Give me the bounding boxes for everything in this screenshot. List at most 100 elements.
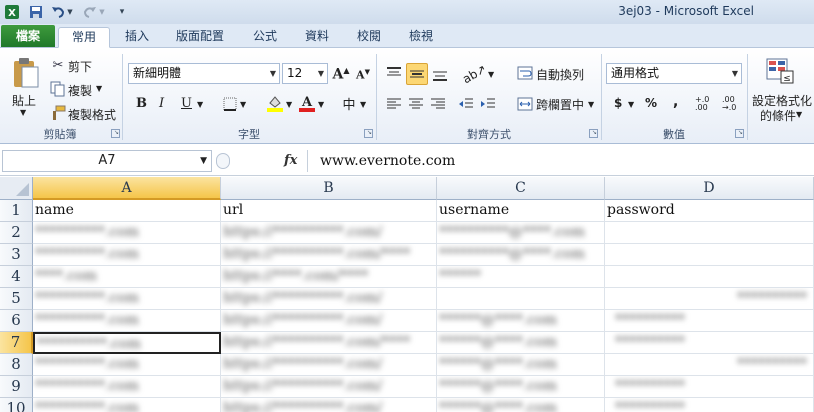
column-header-c[interactable]: C	[437, 177, 605, 200]
grid-cell[interactable]	[605, 222, 814, 244]
grid-cell[interactable]: https://**********.com/****	[221, 332, 437, 354]
grid-cell[interactable]	[605, 266, 814, 288]
cut-button[interactable]: 剪下	[68, 58, 92, 75]
align-right-icon[interactable]	[428, 95, 448, 113]
align-middle-icon[interactable]	[406, 63, 428, 85]
grid-cell[interactable]: **********@****.com	[437, 222, 605, 244]
grid-cell[interactable]: https://**********.com/	[221, 310, 437, 332]
name-box[interactable]: A7 ▼	[2, 150, 212, 172]
column-header-b[interactable]: B	[221, 177, 437, 200]
grow-font-icon[interactable]: A▲	[332, 65, 350, 83]
font-color-icon[interactable]: A	[298, 94, 316, 112]
tab-review[interactable]: 校閱	[348, 27, 390, 48]
row-header[interactable]: 6	[0, 310, 33, 332]
grid-cell[interactable]	[437, 288, 605, 310]
percent-button[interactable]: %	[645, 96, 657, 110]
tab-insert[interactable]: 插入	[116, 27, 158, 48]
underline-dropdown-icon[interactable]: ▼	[197, 100, 203, 109]
number-launcher-icon[interactable]: ↘	[735, 129, 744, 138]
formula-input[interactable]: www.evernote.com	[307, 150, 814, 172]
align-left-icon[interactable]	[384, 95, 404, 113]
bold-button[interactable]: B	[136, 96, 147, 111]
grid-cell[interactable]: ******@****.com	[437, 310, 605, 332]
font-launcher-icon[interactable]: ↘	[364, 129, 373, 138]
column-header-a[interactable]: A	[33, 177, 221, 200]
grid-cell[interactable]: **********	[605, 354, 814, 376]
row-header[interactable]: 2	[0, 222, 33, 244]
decrease-indent-icon[interactable]	[456, 95, 476, 113]
tab-formulas[interactable]: 公式	[244, 27, 286, 48]
grid-cell[interactable]: ******@****.com	[437, 398, 605, 412]
active-cell[interactable]: **********.com	[33, 332, 221, 354]
clipboard-launcher-icon[interactable]: ↘	[111, 129, 120, 138]
row-header[interactable]: 8	[0, 354, 33, 376]
paste-dropdown-icon[interactable]: ▼	[20, 108, 26, 117]
grid-cell[interactable]: ******@****.com	[437, 376, 605, 398]
merge-dropdown-icon[interactable]: ▼	[588, 100, 594, 109]
format-painter-icon[interactable]	[50, 105, 66, 121]
conditional-formatting-icon[interactable]: ≤	[764, 56, 796, 86]
row-header[interactable]: 4	[0, 266, 33, 288]
grid-cell[interactable]: **********.com	[33, 398, 221, 412]
insert-function-button[interactable]: fx	[284, 153, 297, 168]
merge-center-button[interactable]: 跨欄置中	[536, 96, 584, 113]
align-top-icon[interactable]	[384, 64, 404, 84]
grid-cell[interactable]: ******@****.com	[437, 354, 605, 376]
grid-cell[interactable]: https://**********.com/	[221, 376, 437, 398]
cut-icon[interactable]: ✂	[50, 57, 66, 73]
currency-button[interactable]: $	[614, 96, 622, 110]
increase-decimal-button[interactable]: +.0 .00	[695, 96, 717, 112]
conditional-formatting-dropdown-icon[interactable]: ▼	[796, 110, 802, 119]
grid-cell[interactable]: username	[437, 200, 605, 222]
grid-cell[interactable]: **********	[605, 398, 814, 412]
tab-home[interactable]: 常用	[58, 27, 110, 48]
borders-icon[interactable]	[222, 96, 238, 112]
grid-cell[interactable]: https://**********.com/	[221, 398, 437, 412]
grid-cell[interactable]: **********	[605, 332, 814, 354]
grid-cell[interactable]: **********.com	[33, 310, 221, 332]
row-header[interactable]: 10	[0, 398, 33, 412]
paste-button[interactable]: 貼上	[12, 92, 36, 109]
fill-color-dropdown-icon[interactable]: ▼	[286, 100, 292, 109]
conditional-formatting-line2[interactable]: 的條件	[760, 107, 796, 124]
tab-file[interactable]: 檔案	[1, 25, 55, 47]
grid-cell[interactable]: **********.com	[33, 354, 221, 376]
underline-button[interactable]: U	[181, 96, 192, 111]
shrink-font-icon[interactable]: A▼	[354, 65, 372, 83]
grid-cell[interactable]: **********.com	[33, 244, 221, 266]
wrap-text-button[interactable]: 自動換列	[536, 66, 584, 83]
phonetic-guide-icon[interactable]: 中	[340, 94, 358, 113]
align-center-icon[interactable]	[406, 95, 426, 113]
grid-cell[interactable]: https://**********.com/	[221, 288, 437, 310]
grid-cell[interactable]: ******@****.com	[437, 332, 605, 354]
row-header[interactable]: 3	[0, 244, 33, 266]
align-bottom-icon[interactable]	[430, 64, 450, 84]
grid-cell[interactable]: https://**********.com/	[221, 354, 437, 376]
grid-cell[interactable]: https://**********.com/****	[221, 244, 437, 266]
font-name-select[interactable]: 新細明體 ▼	[128, 63, 280, 84]
grid-cell[interactable]: https://****.com/****	[221, 266, 437, 288]
row-header[interactable]: 9	[0, 376, 33, 398]
row-header[interactable]: 5	[0, 288, 33, 310]
column-header-d[interactable]: D	[605, 177, 814, 200]
copy-icon[interactable]	[50, 81, 66, 97]
alignment-launcher-icon[interactable]: ↘	[589, 129, 598, 138]
grid-cell[interactable]: ****.com	[33, 266, 221, 288]
tab-view[interactable]: 檢視	[400, 27, 442, 48]
grid-cell[interactable]: name	[33, 200, 221, 222]
decrease-decimal-button[interactable]: .00 →.0	[722, 96, 744, 112]
tab-data[interactable]: 資料	[296, 27, 338, 48]
row-header[interactable]: 7	[0, 332, 33, 354]
orientation-icon[interactable]: ab↗	[461, 62, 490, 87]
row-header[interactable]: 1	[0, 200, 33, 222]
grid-cell[interactable]: ******	[437, 266, 605, 288]
grid-cell[interactable]: https://**********.com/	[221, 222, 437, 244]
select-all-button[interactable]	[0, 177, 33, 200]
increase-indent-icon[interactable]	[478, 95, 498, 113]
grid-cell[interactable]: **********.com	[33, 376, 221, 398]
copy-button[interactable]: 複製	[68, 82, 92, 99]
grid-cell[interactable]: **********.com	[33, 222, 221, 244]
formula-bar-resize-handle[interactable]	[216, 153, 230, 169]
phonetic-dropdown-icon[interactable]: ▼	[360, 100, 366, 109]
fill-color-icon[interactable]	[266, 94, 284, 112]
